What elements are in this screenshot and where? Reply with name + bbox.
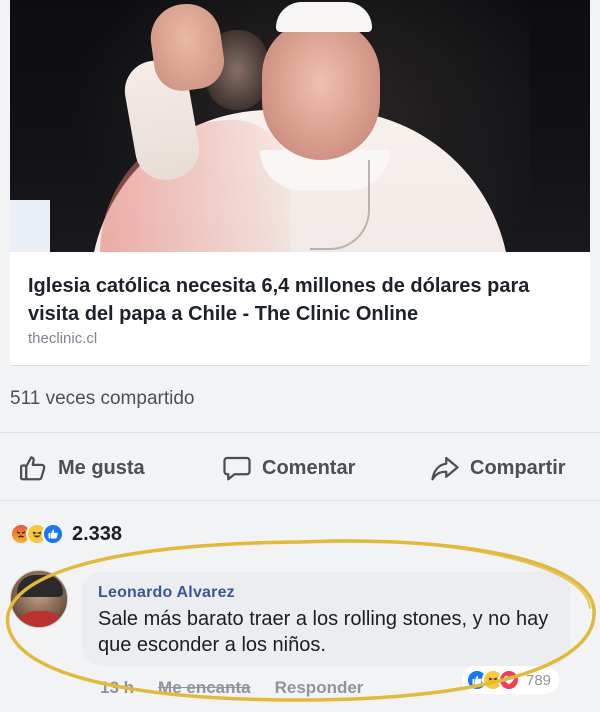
- divider: [0, 500, 600, 501]
- shares-count[interactable]: 511 veces compartido: [10, 388, 194, 410]
- divider: [0, 432, 600, 433]
- link-preview-image[interactable]: [10, 0, 590, 252]
- like-label: Me gusta: [58, 456, 145, 479]
- love-icon: [498, 669, 520, 691]
- avatar[interactable]: [10, 570, 68, 628]
- comment-reactions-count: 789: [526, 671, 552, 689]
- comment-bubble: Leonardo Alvarez Sale más barato traer a…: [82, 572, 570, 666]
- like-icon: [42, 523, 64, 545]
- comment-author[interactable]: Leonardo Alvarez: [98, 584, 235, 602]
- comment-love-button[interactable]: Me encanta: [158, 678, 251, 698]
- link-preview-domain: theclinic.cl: [28, 330, 98, 347]
- link-preview-title[interactable]: Iglesia católica necesita 6,4 millones d…: [28, 272, 578, 328]
- like-button[interactable]: Me gusta: [18, 448, 145, 488]
- comment-button[interactable]: Comentar: [222, 448, 355, 488]
- share-label: Compartir: [470, 456, 566, 479]
- comment-meta: 13 h Me encanta Responder: [100, 676, 387, 700]
- speech-bubble-icon: [223, 456, 251, 481]
- comment-label: Comentar: [262, 456, 356, 479]
- reactions-summary[interactable]: 2.338: [10, 520, 122, 548]
- thumbs-up-icon: [20, 456, 46, 481]
- comment-text: Sale más barato traer a los rolling ston…: [98, 608, 549, 656]
- share-button[interactable]: Compartir: [430, 448, 566, 488]
- comment-time[interactable]: 13 h: [100, 678, 134, 698]
- comment-reply-button[interactable]: Responder: [275, 678, 364, 698]
- reactions-count: 2.338: [72, 522, 123, 545]
- comment-reactions[interactable]: 789: [462, 666, 560, 694]
- facebook-post: Iglesia católica necesita 6,4 millones d…: [0, 0, 600, 712]
- link-preview-caption[interactable]: Iglesia católica necesita 6,4 millones d…: [10, 252, 590, 366]
- share-arrow-icon: [431, 456, 459, 481]
- post-actions: Me gusta Comentar Compartir: [0, 448, 600, 488]
